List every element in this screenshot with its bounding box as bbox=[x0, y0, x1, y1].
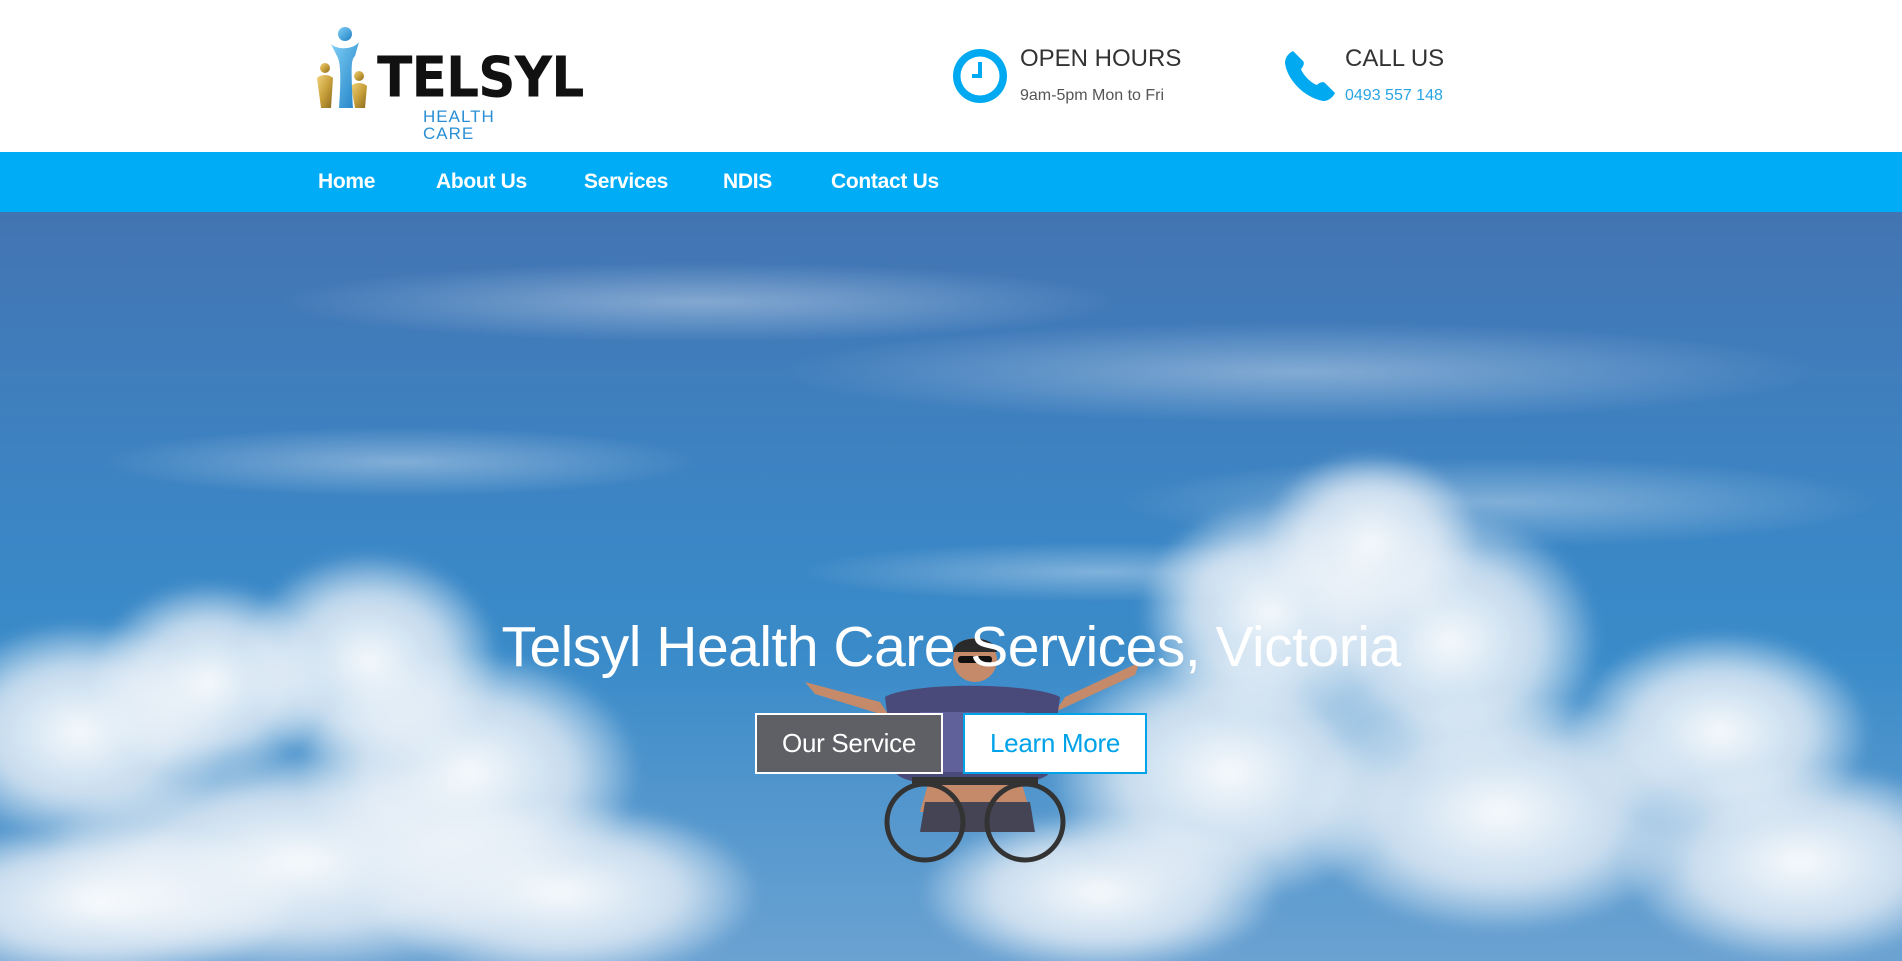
nav-item-services[interactable]: Services bbox=[584, 152, 668, 212]
nav-item-about-us[interactable]: About Us bbox=[436, 152, 527, 212]
call-us-title: CALL US bbox=[1345, 45, 1445, 72]
open-hours-block: OPEN HOURS 9am-5pm Mon to Fri bbox=[951, 44, 1201, 114]
phone-icon bbox=[1285, 51, 1335, 101]
clock-icon bbox=[953, 49, 1007, 103]
logo-people-icon bbox=[317, 27, 367, 108]
nav-item-contact-us[interactable]: Contact Us bbox=[831, 152, 939, 212]
sky-background-image bbox=[0, 262, 1902, 961]
open-hours-detail: 9am-5pm Mon to Fri bbox=[1020, 87, 1165, 104]
open-hours-title: OPEN HOURS bbox=[1020, 45, 1182, 72]
logo-subtitle: HEALTH CARE bbox=[423, 107, 495, 143]
hero-banner: Telsyl Health Care Services, Victoria Ou… bbox=[0, 212, 1902, 961]
site-header: TELSYL HEALTH CARE OPEN HOURS 9am-5pm Mo… bbox=[0, 0, 1902, 152]
hero-title: Telsyl Health Care Services, Victoria bbox=[501, 615, 1401, 679]
main-nav: Home About Us Services NDIS Contact Us bbox=[0, 152, 1902, 212]
telsyl-logo[interactable]: TELSYL HEALTH CARE bbox=[315, 26, 584, 142]
learn-more-button[interactable]: Learn More bbox=[963, 713, 1147, 774]
nav-item-home[interactable]: Home bbox=[318, 152, 375, 212]
phone-number-link[interactable]: 0493 557 148 bbox=[1345, 86, 1443, 106]
nav-item-ndis[interactable]: NDIS bbox=[723, 152, 772, 212]
our-service-button[interactable]: Our Service bbox=[755, 713, 943, 774]
call-us-block: CALL US 0493 557 148 bbox=[1281, 44, 1521, 114]
logo-wordmark: TELSYL bbox=[377, 45, 584, 111]
